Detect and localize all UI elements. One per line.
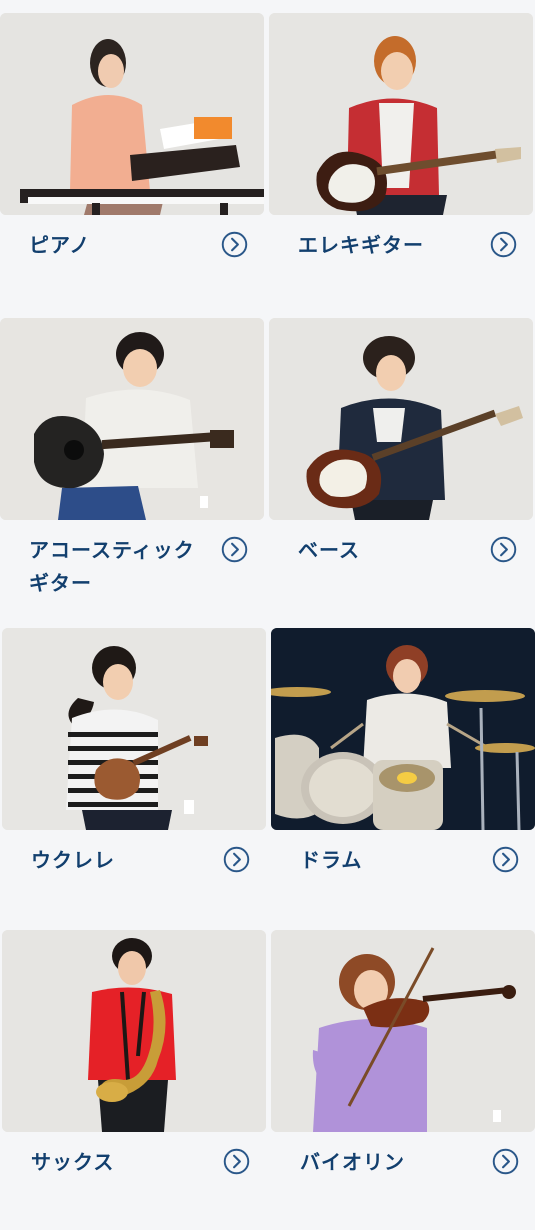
circle-chevron-right-icon[interactable] xyxy=(221,231,248,258)
lesson-label: ドラム xyxy=(300,848,363,872)
lesson-card-violin[interactable]: バイオリン xyxy=(271,930,535,1230)
lesson-label: エレキギター xyxy=(298,233,424,257)
lesson-card-electric-guitar[interactable]: エレキギター xyxy=(269,13,533,313)
lesson-card-bass[interactable]: ベース xyxy=(269,318,533,618)
violin-photo xyxy=(271,930,535,1132)
circle-chevron-right-icon[interactable] xyxy=(223,1148,250,1175)
lesson-label: バイオリン xyxy=(300,1150,405,1174)
lesson-card-saxophone[interactable]: サックス xyxy=(2,930,266,1230)
saxophone-photo xyxy=(2,930,266,1132)
lesson-label: ウクレレ xyxy=(31,848,115,872)
lesson-label: ピアノ xyxy=(29,233,91,257)
lesson-label: アコースティックギター xyxy=(29,538,195,595)
lesson-card-piano[interactable]: ピアノ xyxy=(0,13,264,313)
lesson-grid: ピアノ エレキギター アコースティックギター ベース ウクレレ ドラム サックス… xyxy=(0,0,535,1200)
drums-photo xyxy=(271,628,535,830)
lesson-card-ukulele[interactable]: ウクレレ xyxy=(2,628,266,928)
circle-chevron-right-icon[interactable] xyxy=(492,846,519,873)
lesson-card-acoustic-guitar[interactable]: アコースティックギター xyxy=(0,318,264,618)
lesson-label: サックス xyxy=(31,1150,115,1174)
electric-guitar-photo xyxy=(269,13,533,215)
circle-chevron-right-icon[interactable] xyxy=(492,1148,519,1175)
circle-chevron-right-icon[interactable] xyxy=(221,536,248,563)
lesson-card-drums[interactable]: ドラム xyxy=(271,628,535,928)
lesson-label: ベース xyxy=(298,538,360,562)
bass-photo xyxy=(269,318,533,520)
circle-chevron-right-icon[interactable] xyxy=(223,846,250,873)
ukulele-photo xyxy=(2,628,266,830)
circle-chevron-right-icon[interactable] xyxy=(490,536,517,563)
circle-chevron-right-icon[interactable] xyxy=(490,231,517,258)
piano-photo xyxy=(0,13,264,215)
acoustic-guitar-photo xyxy=(0,318,264,520)
